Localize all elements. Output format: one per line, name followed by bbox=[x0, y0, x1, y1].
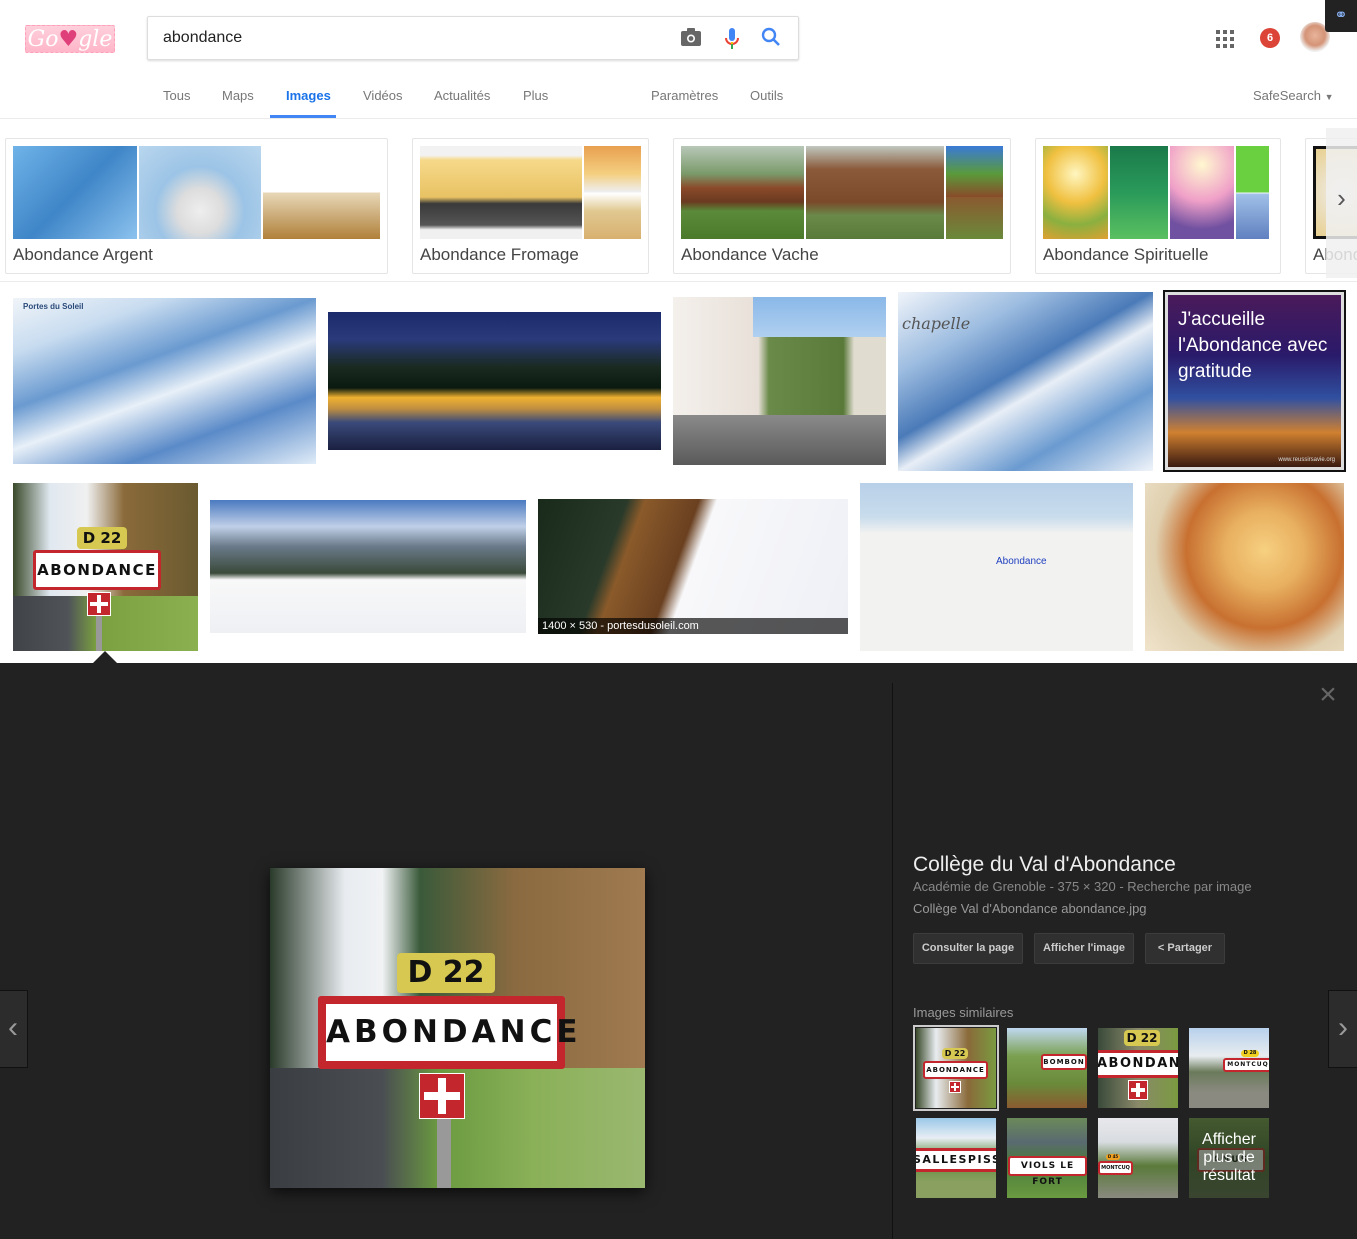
result-image-footer: www.reussirsavie.org bbox=[1278, 457, 1335, 463]
result-image-text: J'accueille l'Abondance avec gratitude bbox=[1178, 309, 1328, 382]
related-card-vache[interactable]: Abondance Vache bbox=[673, 138, 1011, 274]
related-next-button[interactable]: › bbox=[1326, 128, 1357, 278]
microphone-icon[interactable] bbox=[720, 27, 744, 51]
chevron-left-icon: ‹ bbox=[8, 1011, 18, 1044]
caret-down-icon: ▼ bbox=[1324, 92, 1334, 102]
tab-maps[interactable]: Maps bbox=[222, 88, 254, 103]
card-thumb bbox=[1236, 146, 1269, 239]
result-image[interactable] bbox=[328, 312, 661, 450]
tab-actualites[interactable]: Actualités bbox=[434, 88, 490, 103]
apps-grid-icon[interactable] bbox=[1216, 30, 1234, 48]
result-image[interactable]: Abondance bbox=[860, 483, 1133, 651]
result-image[interactable]: Portes du Soleil bbox=[13, 298, 316, 464]
similar-image[interactable]: BOMBON bbox=[1007, 1028, 1087, 1108]
similar-image[interactable]: VIOLS LE FORT bbox=[1007, 1118, 1087, 1198]
tab-plus[interactable]: Plus bbox=[523, 88, 548, 103]
card-thumb bbox=[1110, 146, 1168, 239]
show-more-similar-button[interactable]: ANUS Afficher plus de résultat bbox=[1189, 1118, 1269, 1198]
related-card-label: Abondance Vache bbox=[681, 245, 819, 264]
result-image-text: Portes du Soleil bbox=[23, 302, 84, 311]
related-card-fromage[interactable]: Abondance Fromage bbox=[412, 138, 649, 274]
tab-images[interactable]: Images bbox=[286, 88, 331, 103]
selection-pointer bbox=[93, 651, 117, 663]
road-number-sign: D 22 bbox=[77, 527, 127, 549]
share-label: Partager bbox=[1167, 942, 1213, 954]
card-thumb bbox=[263, 146, 380, 239]
result-image[interactable] bbox=[210, 500, 526, 633]
safesearch-dropdown[interactable]: SafeSearch ▼ bbox=[1253, 88, 1333, 103]
similar-image[interactable]: D 22 ABONDANCE bbox=[1098, 1028, 1178, 1108]
logo-text-left: Go bbox=[27, 27, 59, 52]
similar-image[interactable]: D 28 MONTCUQ bbox=[1189, 1028, 1269, 1108]
view-image-button[interactable]: Afficher l'image bbox=[1034, 933, 1134, 964]
related-card-spirituelle[interactable]: Abondance Spirituelle bbox=[1035, 138, 1281, 274]
header-divider bbox=[0, 118, 1357, 119]
preview-title[interactable]: Collège du Val d'Abondance bbox=[913, 853, 1176, 877]
notification-badge[interactable]: 6 bbox=[1260, 28, 1280, 48]
card-thumb bbox=[1170, 146, 1234, 239]
similar-image[interactable]: SALLESPISS bbox=[916, 1118, 996, 1198]
result-image[interactable]: J'accueille l'Abondance avec gratitude w… bbox=[1163, 290, 1346, 472]
share-icon: < bbox=[1157, 942, 1165, 954]
card-thumb bbox=[13, 146, 137, 239]
search-input[interactable] bbox=[163, 17, 663, 59]
search-icon[interactable] bbox=[759, 27, 783, 51]
chevron-right-icon: › bbox=[1337, 183, 1346, 213]
card-thumb bbox=[806, 146, 945, 239]
result-image[interactable] bbox=[1145, 483, 1344, 651]
logo-text-right: gle bbox=[78, 27, 113, 52]
close-icon: × bbox=[1319, 678, 1337, 711]
preview-main-image[interactable]: D 22 ABONDANCE bbox=[270, 868, 645, 1188]
card-thumb bbox=[946, 146, 1003, 239]
map-label: Abondance bbox=[996, 556, 1047, 567]
savoie-flag bbox=[87, 592, 111, 616]
similar-image[interactable]: D 22 ABONDANCE bbox=[913, 1025, 999, 1111]
preview-meta: Académie de Grenoble - 375 × 320 - Reche… bbox=[913, 879, 1252, 894]
image-size-caption: 1400 × 530 - portesdusoleil.com bbox=[538, 618, 848, 634]
visit-page-button[interactable]: Consulter la page bbox=[913, 933, 1023, 964]
result-image[interactable]: 1400 × 530 - portesdusoleil.com bbox=[538, 499, 848, 634]
extension-link-icon[interactable]: ⚭ bbox=[1325, 0, 1357, 32]
camera-icon[interactable] bbox=[679, 27, 703, 51]
card-thumb bbox=[584, 146, 641, 239]
road-number-sign: D 22 bbox=[397, 953, 495, 993]
tab-videos[interactable]: Vidéos bbox=[363, 88, 403, 103]
show-more-label: Afficher plus de résultat bbox=[1189, 1118, 1269, 1198]
previous-image-button[interactable]: ‹ bbox=[0, 990, 28, 1068]
next-image-button[interactable]: › bbox=[1328, 990, 1357, 1068]
card-thumb bbox=[1043, 146, 1108, 239]
related-card-label: Abondance Spirituelle bbox=[1043, 245, 1209, 264]
savoie-flag bbox=[419, 1073, 465, 1119]
safesearch-label: SafeSearch bbox=[1253, 88, 1321, 103]
preview-filename: Collège Val d'Abondance abondance.jpg bbox=[913, 901, 1147, 916]
chevron-right-icon: › bbox=[1338, 1011, 1348, 1044]
related-divider bbox=[0, 281, 1357, 282]
result-image-text: chapelle bbox=[902, 314, 971, 333]
card-thumb bbox=[420, 146, 583, 239]
tab-outils[interactable]: Outils bbox=[750, 88, 783, 103]
search-box bbox=[147, 16, 799, 60]
google-doodle-logo[interactable]: Go♥gle bbox=[25, 25, 115, 53]
related-card-label: Abondance Argent bbox=[13, 245, 153, 264]
close-panel-button[interactable]: × bbox=[1313, 680, 1343, 710]
card-thumb bbox=[681, 146, 805, 239]
town-sign: ABONDANCE bbox=[33, 550, 161, 590]
card-thumb bbox=[139, 146, 261, 239]
similar-images-label: Images similaires bbox=[913, 1005, 1014, 1020]
result-image-selected[interactable]: D 22 ABONDANCE bbox=[13, 483, 198, 651]
share-button[interactable]: < Partager bbox=[1145, 933, 1225, 964]
related-card-argent[interactable]: Abondance Argent bbox=[5, 138, 388, 274]
similar-image[interactable]: D 45 MONTCUQ bbox=[1098, 1118, 1178, 1198]
town-sign: ABONDANCE bbox=[318, 996, 578, 1069]
result-image[interactable]: chapelle bbox=[898, 292, 1153, 471]
tab-tous[interactable]: Tous bbox=[163, 88, 190, 103]
tab-parametres[interactable]: Paramètres bbox=[651, 88, 718, 103]
heart-icon: ♥ bbox=[58, 27, 79, 52]
panel-divider bbox=[892, 683, 893, 1239]
related-card-label: Abondance Fromage bbox=[420, 245, 579, 264]
result-image[interactable] bbox=[673, 297, 886, 465]
